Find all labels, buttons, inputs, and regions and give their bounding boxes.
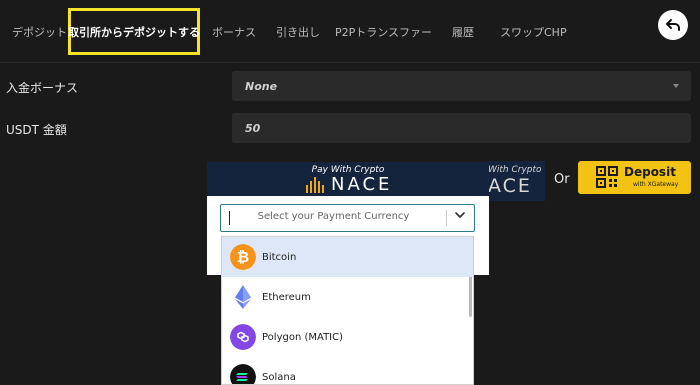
caret-down-icon [673, 84, 679, 88]
tab-swap-chp[interactable]: スワップCHP [500, 24, 567, 40]
tab-deposit-from-exchange[interactable]: 取引所からデポジットする [68, 8, 200, 55]
amount-input[interactable]: 50 [232, 113, 691, 143]
chevron-down-icon[interactable] [454, 209, 466, 221]
qr-code-icon [596, 166, 618, 188]
solana-icon [230, 364, 256, 384]
currency-option-polygon[interactable]: Polygon (MATIC) [222, 317, 473, 357]
ethereum-icon [235, 285, 251, 309]
currency-name: Solana [262, 371, 296, 383]
nace-logo-icon [306, 177, 324, 193]
currency-select[interactable]: Select your Payment Currency [220, 204, 475, 232]
tab-withdraw[interactable]: 引き出し [276, 24, 320, 40]
bonus-label: 入金ボーナス [6, 81, 79, 95]
select-separator [446, 210, 447, 226]
deposit-sublabel: with XGateway [633, 181, 679, 188]
tab-bar: デポジット 取引所からデポジットする ボーナス 引き出し P2Pトランスファー … [0, 0, 700, 62]
amount-label: USDT 金額 [6, 123, 67, 137]
or-text: Or [554, 172, 570, 187]
currency-select-placeholder: Select your Payment Currency [257, 211, 410, 222]
deposit-label: Deposit [624, 165, 676, 179]
back-button[interactable] [658, 10, 688, 40]
tab-p2p-transfer[interactable]: P2Pトランスファー [335, 24, 432, 40]
pay-with-crypto-button-bg[interactable]: With Crypto ACE [487, 161, 545, 201]
currency-name: Polygon (MATIC) [262, 331, 344, 343]
polygon-icon [230, 324, 256, 350]
back-arrow-icon [666, 19, 680, 31]
currency-option-bitcoin[interactable]: ₿ Bitcoin [222, 237, 473, 277]
currency-name: Ethereum [262, 291, 311, 303]
currency-option-ethereum[interactable]: Ethereum [222, 277, 473, 317]
xgateway-deposit-button[interactable]: Deposit with XGateway [578, 161, 691, 194]
modal-brand: NACE [331, 174, 393, 195]
svg-text:₿: ₿ [237, 248, 249, 266]
tab-bonus[interactable]: ボーナス [212, 24, 256, 40]
bonus-select[interactable]: None [232, 71, 691, 101]
amount-input-value: 50 [245, 121, 261, 135]
bonus-select-value: None [245, 79, 278, 93]
currency-name: Bitcoin [262, 251, 297, 263]
tab-deposit[interactable]: デポジット [12, 24, 67, 40]
tab-history[interactable]: 履歴 [452, 24, 474, 40]
currency-dropdown-list: ₿ Bitcoin Ethereum Polygon (MATIC) Solan… [221, 236, 474, 385]
modal-header: Pay With Crypto NACE [207, 162, 489, 196]
bg-widget-tagline: With Crypto [488, 165, 542, 175]
bitcoin-icon: ₿ [230, 244, 256, 270]
bg-widget-brand: ACE [488, 175, 532, 197]
tab-divider [0, 62, 700, 63]
currency-option-solana[interactable]: Solana [222, 357, 473, 384]
